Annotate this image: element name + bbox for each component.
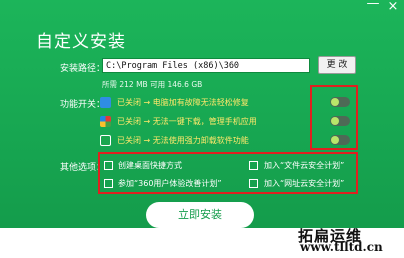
minimize-icon[interactable]: — [364,0,382,11]
feature-status-text: 已关闭 → 无法使用强力卸载软件功能 [117,136,249,145]
disk-space-info: 所需 212 MB 可用 146.6 GB [102,80,203,89]
feature-switches-label: 功能开关： [60,100,106,110]
url-cloud-security-checkbox[interactable] [249,179,258,188]
uninstall-icon [100,135,111,146]
feature-status-text: 已关闭 → 电脑加有故障无法轻松修复 [117,98,249,107]
change-path-button[interactable]: 更 改 [318,56,356,74]
install-now-button[interactable]: 立即安装 [146,202,254,228]
option-label: 加入“网址云安全计划” [264,179,345,188]
window-title: 自定义安装 [36,32,126,52]
phone-app-icon [100,116,111,127]
file-cloud-security-checkbox[interactable] [249,161,258,170]
watermark-url: www.tlltd.cn [300,240,383,254]
option-label: 参加“360用户体验改善计划” [118,179,222,188]
feature-status-text: 已关闭 → 无法一键下载，管理手机应用 [117,117,257,126]
computer-repair-icon [100,97,111,108]
install-path-label: 安装路径： [60,64,106,74]
option-label: 创建桌面快捷方式 [118,161,182,170]
install-path-input[interactable]: C:\Program Files (x86)\360 [102,58,310,73]
close-icon[interactable]: × [384,0,402,14]
desktop-shortcut-checkbox[interactable] [104,161,113,170]
highlight-box-toggles [310,85,358,150]
user-experience-checkbox[interactable] [104,179,113,188]
option-label: 加入“文件云安全计划” [264,161,345,170]
